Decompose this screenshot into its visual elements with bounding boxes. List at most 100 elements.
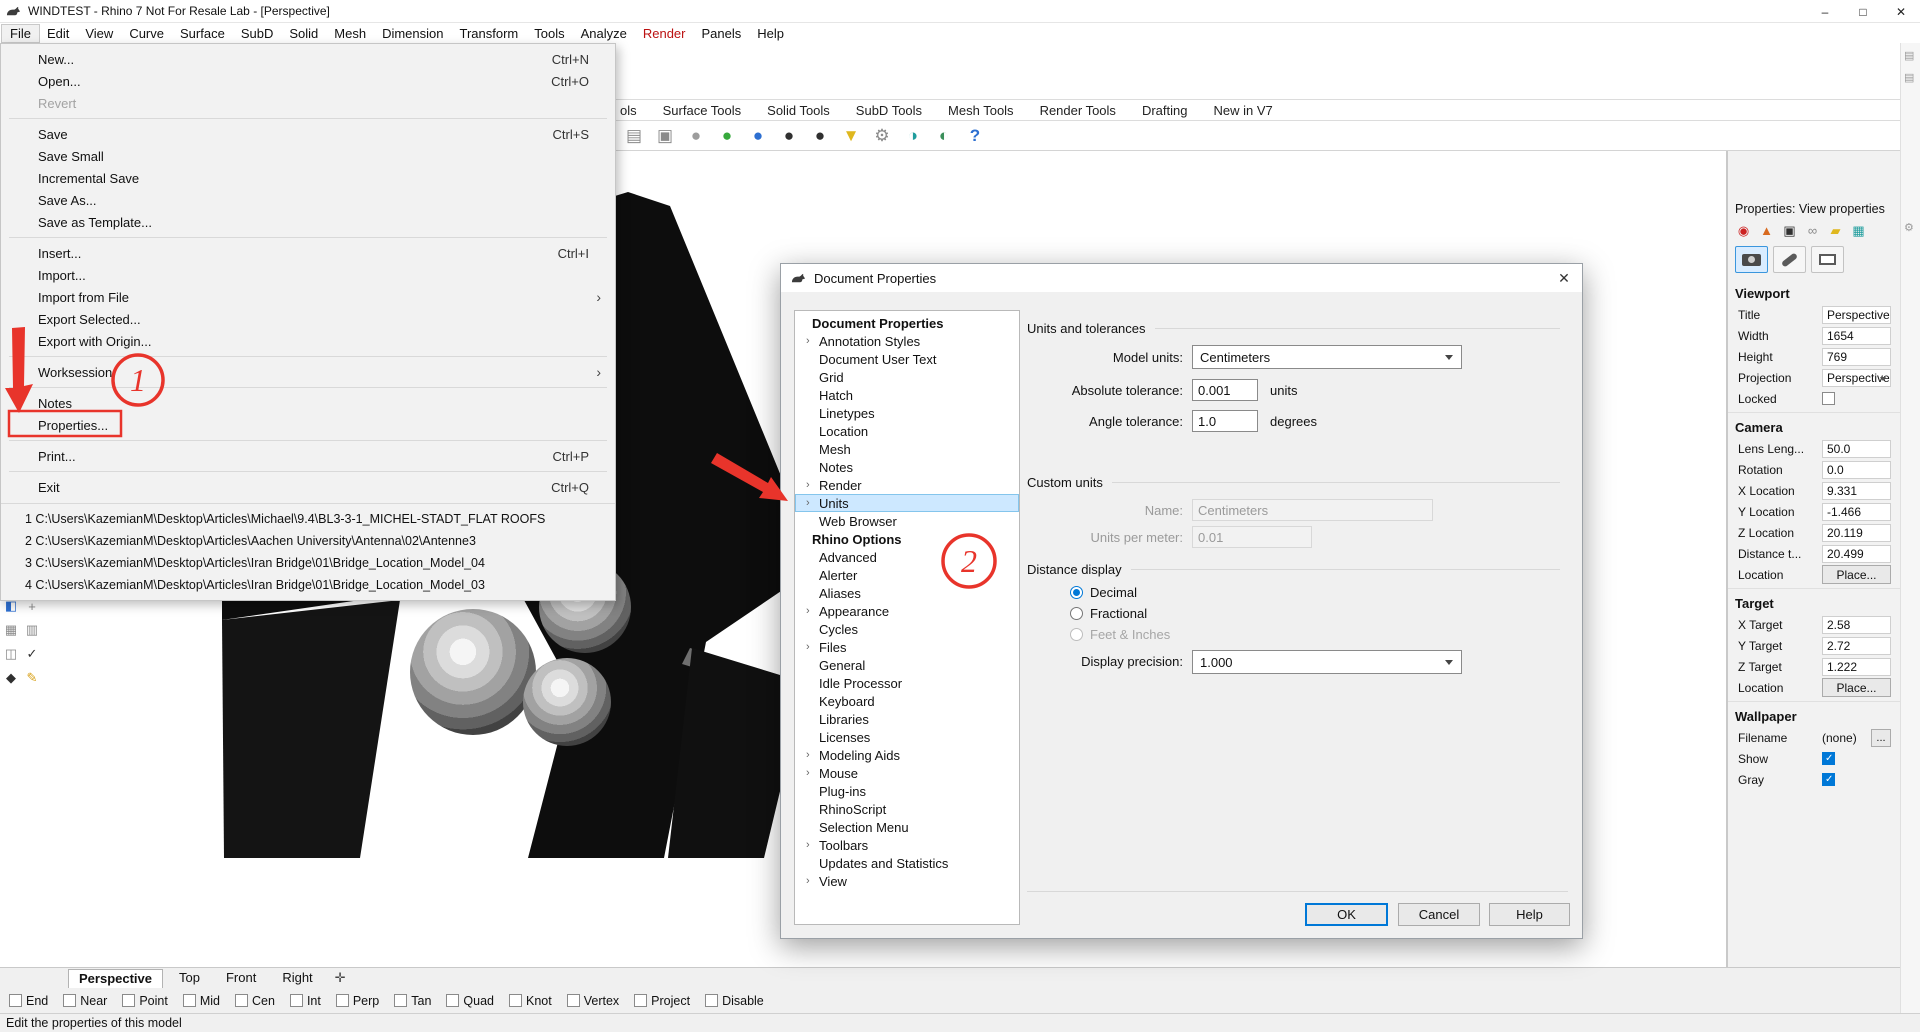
menu-item[interactable]: Help xyxy=(749,25,792,42)
menu-item[interactable]: Edit xyxy=(39,25,77,42)
width-input[interactable]: 1654 xyxy=(1822,326,1891,345)
tree-item[interactable]: Document Properties xyxy=(795,314,1019,332)
chevron-right-icon[interactable]: › xyxy=(806,641,810,653)
osnap-toggle[interactable]: Point xyxy=(122,994,168,1008)
title-input[interactable]: Perspective xyxy=(1822,305,1891,324)
file-menu-item[interactable]: Import... xyxy=(1,264,615,286)
chevron-right-icon[interactable]: › xyxy=(806,479,810,491)
tree-item[interactable]: Mesh xyxy=(795,440,1019,458)
dock-grid2-icon[interactable]: ▤ xyxy=(1904,71,1914,84)
help-icon[interactable]: ? xyxy=(963,124,987,148)
tree-item[interactable]: Advanced xyxy=(795,548,1019,566)
camera-row-input[interactable]: 50.0 xyxy=(1822,439,1891,458)
minimize-button[interactable]: – xyxy=(1806,0,1844,23)
absolute-tolerance-input[interactable]: 0.001 xyxy=(1192,379,1258,401)
tree-item[interactable]: › Appearance xyxy=(795,602,1019,620)
viewport-tab[interactable]: Front xyxy=(216,969,266,988)
menu-item[interactable]: Curve xyxy=(121,25,172,42)
camera-row-input[interactable]: 9.331 xyxy=(1822,481,1891,500)
camera-place-button[interactable]: Place... xyxy=(1822,565,1891,584)
toolbar-tab[interactable]: Surface Tools xyxy=(663,103,742,118)
locked-checkbox[interactable] xyxy=(1822,392,1835,405)
osnap-toggle[interactable]: Perp xyxy=(335,994,379,1008)
toolbar-tab[interactable]: Mesh Tools xyxy=(948,103,1014,118)
ok-button[interactable]: OK xyxy=(1305,903,1388,926)
checkbox-icon[interactable] xyxy=(182,994,196,1007)
file-menu-item[interactable]: Properties... xyxy=(1,414,615,436)
render-preview-icon[interactable]: ● xyxy=(808,124,832,148)
gear-icon[interactable]: ⚙ xyxy=(1904,221,1914,234)
tree-item[interactable]: Keyboard xyxy=(795,692,1019,710)
cancel-button[interactable]: Cancel xyxy=(1398,903,1480,926)
menu-item[interactable]: Solid xyxy=(281,25,326,42)
display-icon[interactable]: ▣ xyxy=(1781,222,1798,239)
viewport-tab[interactable]: Perspective xyxy=(68,969,163,988)
checkbox-icon[interactable] xyxy=(289,994,303,1007)
material-icon[interactable]: ▲ xyxy=(1758,222,1775,239)
file-menu-item[interactable]: Revert xyxy=(1,92,615,114)
filter-icon[interactable]: ▼ xyxy=(839,124,863,148)
toolbar-tab[interactable]: Drafting xyxy=(1142,103,1188,118)
gem-icon[interactable]: ◆ xyxy=(3,670,19,686)
checkbox-icon[interactable] xyxy=(509,994,522,1007)
tree-item[interactable]: Aliases xyxy=(795,584,1019,602)
osnap-toggle[interactable]: Vertex xyxy=(566,994,619,1008)
osnap-toggle[interactable]: Mid xyxy=(182,994,220,1008)
file-menu-item[interactable]: Export with Origin... xyxy=(1,330,615,352)
model-units-select[interactable]: Centimeters xyxy=(1192,345,1462,369)
recent-file-item[interactable]: 2 C:\Users\KazemianM\Desktop\Articles\Aa… xyxy=(1,530,615,552)
radio-option[interactable]: Fractional xyxy=(1070,603,1170,624)
chevron-right-icon[interactable]: › xyxy=(806,497,810,509)
chevron-right-icon[interactable]: › xyxy=(806,839,810,851)
checkbox-icon[interactable] xyxy=(566,994,580,1007)
osnap-toggle[interactable]: Cen xyxy=(235,994,275,1008)
target-row-input[interactable]: 2.72 xyxy=(1822,636,1891,655)
checkbox-icon[interactable] xyxy=(394,994,408,1007)
osnap-toggle[interactable]: End xyxy=(9,994,48,1008)
file-menu-item[interactable]: New... Ctrl+N xyxy=(1,48,615,70)
folder-icon[interactable]: ▰ xyxy=(1827,222,1844,239)
target-row-input[interactable]: 1.222 xyxy=(1822,657,1891,676)
viewport-tab[interactable]: Right xyxy=(272,969,322,988)
image-icon[interactable]: ▦ xyxy=(1850,222,1867,239)
dialog-close-button[interactable]: ✕ xyxy=(1550,266,1578,290)
tree-item[interactable]: Cycles xyxy=(795,620,1019,638)
file-menu-item[interactable]: Insert... Ctrl+I xyxy=(1,237,615,264)
menu-item[interactable]: Surface xyxy=(172,25,233,42)
file-menu-item[interactable]: Print... Ctrl+P xyxy=(1,440,615,467)
checkbox-icon[interactable] xyxy=(235,994,248,1007)
shaded-sphere-icon[interactable]: ● xyxy=(684,124,708,148)
file-menu-item[interactable]: Worksession › xyxy=(1,356,615,383)
radio-option[interactable]: Decimal xyxy=(1070,582,1170,603)
menu-item[interactable]: File xyxy=(1,23,40,43)
grid-icon[interactable]: ▦ xyxy=(3,622,19,638)
osnap-toggle[interactable]: Tan xyxy=(394,994,431,1008)
menu-item[interactable]: Mesh xyxy=(326,25,374,42)
checkbox-icon[interactable] xyxy=(705,994,719,1007)
tree-item[interactable]: › Modeling Aids xyxy=(795,746,1019,764)
osnap-toggle[interactable]: Knot xyxy=(509,994,552,1008)
camera-row-input[interactable]: -1.466 xyxy=(1822,502,1891,521)
osnap-toggle[interactable]: Int xyxy=(289,994,321,1008)
close-button[interactable]: ✕ xyxy=(1882,0,1920,23)
rendered-sphere-icon[interactable]: ● xyxy=(715,124,739,148)
help-button[interactable]: Help xyxy=(1489,903,1570,926)
target-row-input[interactable]: 2.58 xyxy=(1822,615,1891,634)
show-checkbox[interactable] xyxy=(1822,752,1835,765)
toolbar-tab[interactable]: Render Tools xyxy=(1040,103,1116,118)
tree-item[interactable]: › View xyxy=(795,872,1019,890)
osnap-toggle[interactable]: Quad xyxy=(446,994,494,1008)
toolbar-tab[interactable]: Solid Tools xyxy=(767,103,830,118)
tree-item[interactable]: Libraries xyxy=(795,710,1019,728)
browse-button[interactable]: ... xyxy=(1871,728,1891,747)
camera-row-input[interactable]: 0.0 xyxy=(1822,460,1891,479)
osnap-toggle[interactable]: Near xyxy=(63,994,107,1008)
menu-item[interactable]: Transform xyxy=(451,25,526,42)
tree-item[interactable]: › Toolbars xyxy=(795,836,1019,854)
camera-button[interactable] xyxy=(1735,246,1768,273)
tree-item[interactable]: Notes xyxy=(795,458,1019,476)
light-button[interactable] xyxy=(1773,246,1806,273)
chevron-right-icon[interactable]: › xyxy=(806,605,810,617)
checkbox-icon[interactable] xyxy=(122,994,136,1007)
radio-icon[interactable] xyxy=(1070,628,1083,641)
